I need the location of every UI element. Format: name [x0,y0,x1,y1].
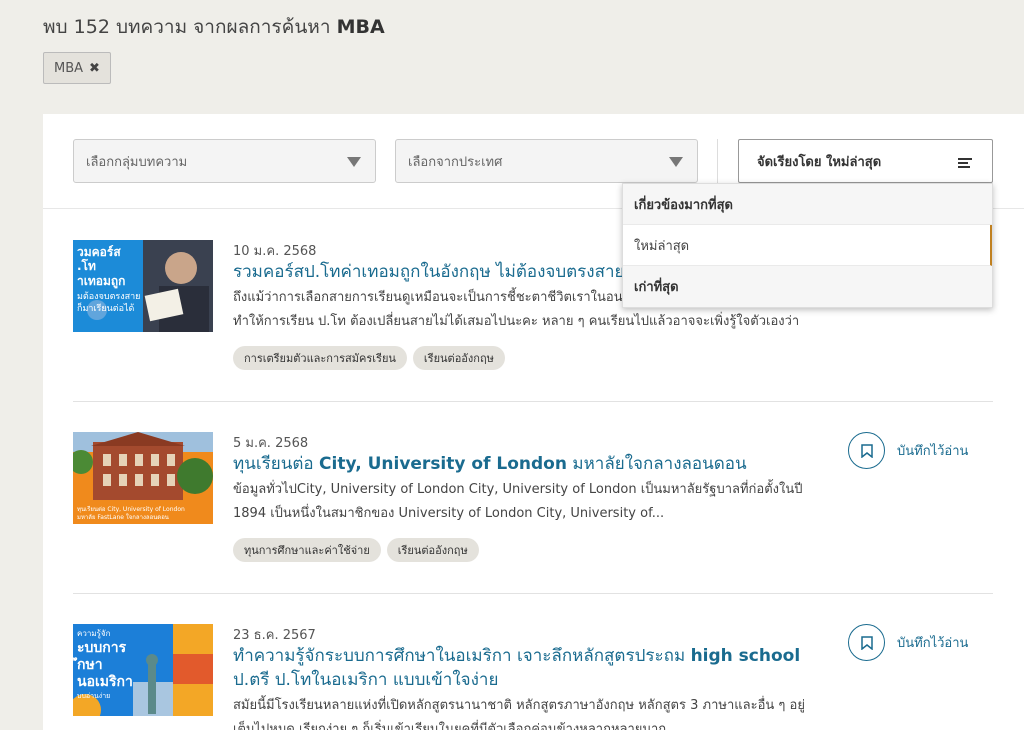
article-item: ทุนเรียนต่อ City, University of London ม… [73,432,993,572]
category-select[interactable]: เลือกกลุ่มบทความ [73,139,376,183]
tag[interactable]: เรียนต่ออังกฤษ [386,538,479,562]
country-select-label: เลือกจากประเทศ [408,154,503,170]
thumb-text: ทุนเรียนต่อ City, University of London [77,505,185,513]
filter-chip-mba[interactable]: MBA ✖ [43,52,111,84]
save-for-later-button[interactable]: บันทึกไว้อ่าน [848,624,968,661]
article-date: 10 ม.ค. 2568 [233,244,317,259]
thumb-text: ความรู้จัก [77,629,111,639]
divider [717,139,718,183]
thumb-text: มต้องจบตรงสาย [77,291,140,302]
bookmark-icon [848,624,885,661]
save-for-later-button[interactable]: บันทึกไว้อ่าน [848,432,968,469]
article-excerpt: สมัยนี้มีโรงเรียนหลายแห่งที่เปิดหลักสูตร… [233,698,805,730]
thumb-text: .โท [77,258,96,273]
article-date: 5 ม.ค. 2568 [233,436,309,451]
sort-option-newest[interactable]: ใหม่ล่าสุด [623,225,992,266]
article-thumbnail[interactable]: ทุนเรียนต่อ City, University of London ม… [73,432,213,524]
results-middle: บทความ จากผลการค้นหา [115,16,331,38]
article-date: 23 ธ.ค. 2567 [233,628,316,643]
thumb-text: นอเมริกา [77,674,133,690]
sort-select[interactable]: จัดเรียงโดย ใหม่ล่าสุด [738,139,993,183]
filter-chip-label: MBA [54,60,84,76]
save-label: บันทึกไว้อ่าน [897,444,969,459]
results-heading: พบ 152 บทความ จากผลการค้นหา MBA [43,12,385,42]
thumb-text: าเทอมถูก [77,274,125,289]
chevron-down-icon [347,157,361,167]
sort-dropdown-menu: เกี่ยวข้องมากที่สุด ใหม่ล่าสุด เก่าที่สุ… [622,183,993,308]
article-tags: ทุนการศึกษาและค่าใช้จ่าย เรียนต่ออังกฤษ [233,538,479,562]
thumb-text: ะบบการ [77,640,127,656]
tag[interactable]: ทุนการศึกษาและค่าใช้จ่าย [233,538,381,562]
results-count: 152 [73,16,110,38]
article-thumbnail[interactable]: วมคอร์ส .โท าเทอมถูก มต้องจบตรงสาย ก็มาเ… [73,240,213,332]
article-thumbnail[interactable]: ความรู้จัก ะบบการ ึกษา นอเมริกา บบอ่านง่… [73,624,213,716]
tag[interactable]: เรียนต่ออังกฤษ [412,346,505,370]
article-title[interactable]: ทำความรู้จักระบบการศึกษาในอเมริกา เจาะลึ… [233,644,833,692]
results-prefix: พบ [43,16,68,38]
tag[interactable]: การเตรียมตัวและการสมัครเรียน [233,346,407,370]
country-select[interactable]: เลือกจากประเทศ [395,139,698,183]
save-label: บันทึกไว้อ่าน [897,636,969,651]
article-item: ความรู้จัก ะบบการ ึกษา นอเมริกา บบอ่านง่… [73,624,993,730]
sort-icon [958,158,972,170]
thumb-text: มหาลัย FastLane ใจกลางลอนดอน [77,513,169,521]
thumb-text: วมคอร์ส [77,245,121,259]
sort-select-label: จัดเรียงโดย ใหม่ล่าสุด [757,154,882,170]
article-title[interactable]: ทุนเรียนต่อ City, University of London ม… [233,452,833,476]
sort-option-relevance[interactable]: เกี่ยวข้องมากที่สุด [623,184,992,225]
sort-option-oldest[interactable]: เก่าที่สุด [623,266,992,307]
search-query: MBA [336,16,385,38]
thumb-text: บบอ่านง่าย [77,692,110,700]
article-tags: การเตรียมตัวและการสมัครเรียน เรียนต่ออัง… [233,346,505,370]
chevron-down-icon [669,157,683,167]
bookmark-icon [848,432,885,469]
thumb-text: ึกษา [73,656,103,673]
divider [73,593,993,594]
divider [73,401,993,402]
article-excerpt: ข้อมูลทั่วไปCity, University of London C… [233,482,803,521]
remove-filter-icon[interactable]: ✖ [89,61,100,76]
category-select-label: เลือกกลุ่มบทความ [86,154,188,170]
